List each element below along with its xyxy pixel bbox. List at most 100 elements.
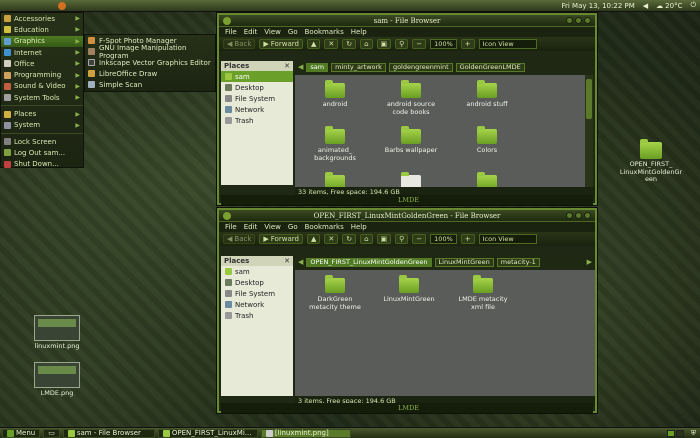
sidebar-item-trash[interactable]: Trash <box>221 310 293 321</box>
show-desktop-button[interactable]: ▭ <box>43 428 60 438</box>
menu-view[interactable]: View <box>264 223 281 231</box>
window-titlebar[interactable]: OPEN_FIRST_LinuxMintGoldenGreen - File B… <box>219 210 595 222</box>
computer-button[interactable]: ▣ <box>376 39 392 49</box>
view-selector[interactable]: Icon View <box>478 234 537 244</box>
window-menu-icon[interactable] <box>223 16 231 25</box>
home-button[interactable]: ⌂ <box>360 39 373 49</box>
menu-help[interactable]: Help <box>351 28 367 36</box>
window-titlebar[interactable]: sam - File Browser <box>219 15 595 27</box>
zoom-in-button[interactable]: + <box>460 39 475 49</box>
zoom-level[interactable]: 100% <box>430 234 457 244</box>
view-selector[interactable]: Icon View <box>478 39 537 49</box>
menu-view[interactable]: View <box>264 28 281 36</box>
menu-item-simple-scan[interactable]: Simple Scan <box>85 79 215 90</box>
clock[interactable]: Fri May 13, 10:22 PM <box>561 2 634 10</box>
reload-button[interactable]: ↻ <box>342 234 357 244</box>
menu-bookmarks[interactable]: Bookmarks <box>305 223 344 231</box>
up-button[interactable]: ▲ <box>306 234 321 244</box>
crumb-metacity[interactable]: metacity-1 <box>496 257 540 267</box>
close-button[interactable] <box>584 17 591 24</box>
menu-item-system[interactable]: System ▶ <box>1 120 83 131</box>
sidebar-item-network[interactable]: Network <box>221 104 293 115</box>
path-left-arrow-icon[interactable]: ◀ <box>298 63 303 71</box>
menu-button[interactable]: Menu <box>2 428 41 438</box>
menu-go[interactable]: Go <box>288 28 298 36</box>
menu-item-accessories[interactable]: Accessories ▶ <box>1 13 83 24</box>
file-item[interactable]: LinuxMintGreen <box>381 275 437 303</box>
zoom-out-button[interactable]: − <box>412 234 427 244</box>
menu-item-places[interactable]: Places ▶ <box>1 108 83 119</box>
crumb-goldengreenmint[interactable]: goldengreenmint <box>388 62 453 72</box>
menu-file[interactable]: File <box>225 28 237 36</box>
menu-item-office[interactable]: Office ▶ <box>1 58 83 69</box>
close-sidebar-icon[interactable]: ✕ <box>284 257 290 265</box>
taskbar-item-open-first[interactable]: OPEN_FIRST_LinuxMi... <box>157 428 258 438</box>
maximize-button[interactable] <box>575 17 582 24</box>
sidebar-item-sam[interactable]: sam <box>221 71 293 82</box>
file-item[interactable]: LMDE metacity xml file <box>455 275 511 311</box>
path-left-arrow-icon[interactable]: ◀ <box>298 258 303 266</box>
menu-item-log-out[interactable]: Log Out sam... <box>1 147 83 158</box>
menu-edit[interactable]: Edit <box>244 28 258 36</box>
menu-file[interactable]: File <box>225 223 237 231</box>
search-button[interactable]: ⚲ <box>395 234 409 244</box>
shield-icon[interactable]: ⛨ <box>691 429 696 438</box>
desktop-folder-open-first[interactable]: OPEN_FIRST_ LinuxMintGoldenGr een <box>616 139 686 184</box>
menu-item-gimp[interactable]: GNU Image Manipulation Program <box>85 44 215 60</box>
back-button[interactable]: ◀ Back <box>223 234 256 244</box>
weather-widget[interactable]: ☁ 20°C <box>656 2 682 10</box>
scrollbar-thumb[interactable] <box>586 79 592 119</box>
back-button[interactable]: ◀ Back <box>223 39 256 49</box>
zoom-in-button[interactable]: + <box>460 234 475 244</box>
menu-item-inkscape[interactable]: Inkscape Vector Graphics Editor <box>85 57 215 68</box>
desktop-file-linuxmint-png[interactable]: linuxmint.png <box>28 315 86 351</box>
forward-button[interactable]: ▶ Forward <box>259 234 303 244</box>
crumb-open-first[interactable]: OPEN_FIRST_LinuxMintGoldenGreen <box>306 257 432 267</box>
reload-button[interactable]: ↻ <box>342 39 357 49</box>
menu-edit[interactable]: Edit <box>244 223 258 231</box>
maximize-button[interactable] <box>575 212 582 219</box>
file-item[interactable]: Colors <box>459 126 515 154</box>
menu-item-sound-video[interactable]: Sound & Video ▶ <box>1 81 83 92</box>
crumb-sam[interactable]: sam <box>306 62 329 72</box>
minimize-button[interactable] <box>566 17 573 24</box>
sidebar-item-file-system[interactable]: File System <box>221 93 293 104</box>
file-item[interactable]: animated_ backgrounds <box>307 126 363 162</box>
menu-item-graphics[interactable]: Graphics ▶ <box>1 35 83 47</box>
close-button[interactable] <box>584 212 591 219</box>
firefox-launcher[interactable] <box>58 1 66 10</box>
sidebar-item-file-system[interactable]: File System <box>221 288 293 299</box>
taskbar-item-sam[interactable]: sam - File Browser <box>62 428 155 438</box>
close-sidebar-icon[interactable]: ✕ <box>284 62 290 70</box>
file-item[interactable]: android source code books <box>383 80 439 116</box>
volume-icon[interactable]: ◀ <box>643 2 648 10</box>
menu-item-programming[interactable]: Programming ▶ <box>1 69 83 80</box>
file-item[interactable]: Barbs wallpaper <box>383 126 439 154</box>
crumb-linuxmintgreen[interactable]: LinuxMintGreen <box>434 257 494 267</box>
file-item[interactable]: android <box>307 80 363 108</box>
file-item[interactable]: android stuff <box>459 80 515 108</box>
zoom-level[interactable]: 100% <box>430 39 457 49</box>
sidebar-header[interactable]: Places ✕ <box>221 61 293 71</box>
sidebar-item-trash[interactable]: Trash <box>221 115 293 126</box>
sidebar-header[interactable]: Places ✕ <box>221 256 293 266</box>
stop-button[interactable]: ✕ <box>324 234 339 244</box>
menu-item-education[interactable]: Education ▶ <box>1 24 83 35</box>
menu-item-shut-down[interactable]: Shut Down... <box>1 159 83 170</box>
zoom-out-button[interactable]: − <box>412 39 427 49</box>
taskbar-item-linuxmint-png[interactable]: [linuxmint.png] <box>260 428 351 438</box>
menu-bookmarks[interactable]: Bookmarks <box>305 28 344 36</box>
menu-item-libreoffice-draw[interactable]: LibreOffice Draw <box>85 68 215 79</box>
stop-button[interactable]: ✕ <box>324 39 339 49</box>
menu-help[interactable]: Help <box>351 223 367 231</box>
sidebar-item-network[interactable]: Network <box>221 299 293 310</box>
up-button[interactable]: ▲ <box>306 39 321 49</box>
menu-item-system-tools[interactable]: System Tools ▶ <box>1 92 83 103</box>
sidebar-item-desktop[interactable]: Desktop <box>221 277 293 288</box>
vertical-scrollbar[interactable] <box>585 75 593 187</box>
power-icon[interactable]: ⏻ <box>690 1 696 10</box>
crumb-minty-artwork[interactable]: minty_artwork <box>331 62 386 72</box>
workspace-switcher[interactable] <box>666 429 684 437</box>
sidebar-item-sam[interactable]: sam <box>221 266 293 277</box>
crumb-goldengreenlmde[interactable]: GoldenGreenLMDE <box>455 62 525 72</box>
